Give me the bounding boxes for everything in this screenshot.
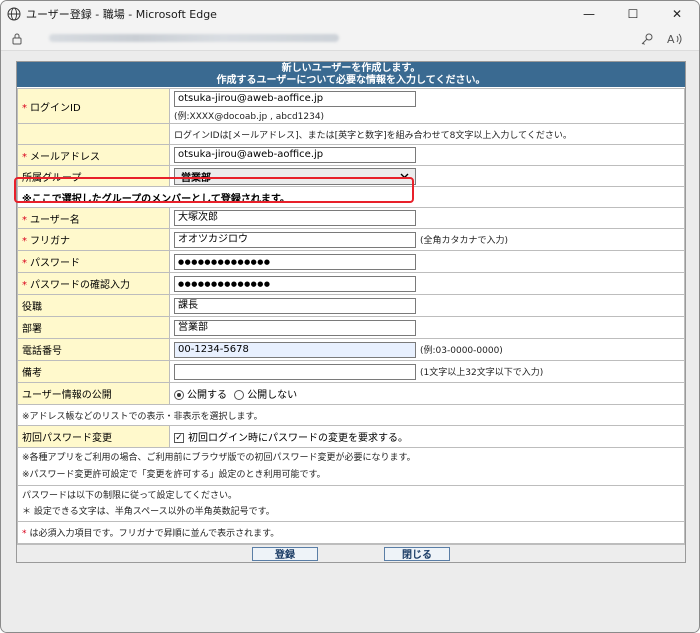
lock-icon xyxy=(11,32,25,45)
url-field[interactable] xyxy=(35,33,633,44)
remarks-help: (1文字以上32文字以下で入力) xyxy=(420,367,544,378)
password-rule-1: パスワードは以下の制限に従って設定してください。 xyxy=(22,490,238,501)
required-mark: * xyxy=(22,529,27,539)
furigana-help: (全角カタカナで入力) xyxy=(420,235,509,246)
row-password: * パスワード ●●●●●●●●●●●●●● xyxy=(17,250,685,273)
browser-window: ユーザー登録 - 職場 - Microsoft Edge — ☐ ✕ A 新しい… xyxy=(0,0,700,633)
row-group-note: ※ここで選択したグループのメンバーとして登録されます。 xyxy=(17,186,685,208)
key-icon[interactable] xyxy=(633,32,661,46)
department-label: 部署 xyxy=(17,316,170,339)
maximize-button[interactable]: ☐ xyxy=(611,1,655,27)
required-mark: * xyxy=(22,214,27,226)
minimize-button[interactable]: — xyxy=(567,1,611,27)
login-id-label: ログインID xyxy=(30,102,81,114)
password-input[interactable]: ●●●●●●●●●●●●●● xyxy=(174,253,416,270)
user-registration-form: 新しいユーザーを作成します。 作成するユーザーについて必要な情報を入力してくださ… xyxy=(16,61,686,563)
furigana-label: フリガナ xyxy=(30,236,70,247)
login-id-input[interactable]: otsuka-jirou@aweb-aoffice.jp xyxy=(174,90,416,107)
password-confirm-input[interactable]: ●●●●●●●●●●●●●● xyxy=(174,275,416,292)
position-input[interactable]: 課長 xyxy=(174,297,416,314)
row-remarks: 備考 (1文字以上32文字以下で入力) xyxy=(17,360,685,383)
email-label: メールアドレス xyxy=(30,151,100,163)
row-email: * メールアドレス otsuka-jirou@aweb-aoffice.jp xyxy=(17,144,685,166)
department-input[interactable]: 営業部 xyxy=(174,319,416,336)
row-position: 役職 課長 xyxy=(17,294,685,317)
user-name-input[interactable]: 大塚次郎 xyxy=(174,210,416,226)
group-note: ※ここで選択したグループのメンバーとして登録されます。 xyxy=(17,186,685,208)
position-label: 役職 xyxy=(17,294,170,317)
required-mark: * xyxy=(22,151,27,163)
window-title: ユーザー登録 - 職場 - Microsoft Edge xyxy=(26,8,217,21)
row-login-rule: ログインIDは[メールアドレス]、または[英字と数字]を組み合わせて8文字以上入… xyxy=(17,123,685,145)
close-button[interactable]: 閉じる xyxy=(384,546,450,561)
initial-password-note-1: ※各種アプリをご利用の場合、ご利用前にブラウザ版での初回パスワード変更が必要にな… xyxy=(22,452,416,463)
register-button[interactable]: 登録 xyxy=(252,546,318,561)
phone-input[interactable]: 00-1234-5678 xyxy=(174,341,416,358)
asterisk-mark: ＊ xyxy=(22,506,34,517)
row-required-note: * は必須入力項目です。フリガナで昇順に並んで表示されます。 xyxy=(17,521,685,544)
url-redacted xyxy=(49,33,339,42)
row-password-confirm: * パスワードの確認入力 ●●●●●●●●●●●●●● xyxy=(17,272,685,295)
form-table: * ログインID otsuka-jirou@aweb-aoffice.jp (例:… xyxy=(17,88,685,544)
close-window-button[interactable]: ✕ xyxy=(655,1,699,27)
header-line-1: 新しいユーザーを作成します。 xyxy=(281,63,421,74)
required-mark: * xyxy=(22,280,27,291)
phone-help: (例:03-0000-0000) xyxy=(420,345,503,356)
row-publish: ユーザー情報の公開 公開する 公開しない xyxy=(17,382,685,405)
login-id-example: (例:XXXX@docoab.jp , abcd1234) xyxy=(174,111,325,122)
group-select-value: 営業部 xyxy=(181,172,211,184)
password-confirm-label: パスワードの確認入力 xyxy=(30,280,130,291)
page-content: 新しいユーザーを作成します。 作成するユーザーについて必要な情報を入力してくださ… xyxy=(2,52,698,632)
row-publish-note: ※アドレス帳などのリストでの表示・非表示を選択します。 xyxy=(17,404,685,426)
login-id-rule: ログインIDは[メールアドレス]、または[英字と数字]を組み合わせて8文字以上入… xyxy=(169,123,685,145)
form-header: 新しいユーザーを作成します。 作成するユーザーについて必要な情報を入力してくださ… xyxy=(17,62,685,88)
row-department: 部署 営業部 xyxy=(17,316,685,339)
group-label: 所属グループ xyxy=(17,165,170,187)
row-password-rules: パスワードは以下の制限に従って設定してください。 ＊ 設定できる文字は、半角スペ… xyxy=(17,485,685,522)
password-label: パスワード xyxy=(30,258,80,269)
required-mark: * xyxy=(22,236,27,247)
publish-public-label: 公開する xyxy=(187,390,227,401)
address-bar: A xyxy=(1,27,699,51)
publish-note: ※アドレス帳などのリストでの表示・非表示を選択します。 xyxy=(17,404,685,426)
required-note: は必須入力項目です。フリガナで昇順に並んで表示されます。 xyxy=(29,529,280,539)
email-input[interactable]: otsuka-jirou@aweb-aoffice.jp xyxy=(174,147,416,163)
required-mark: * xyxy=(22,258,27,269)
publish-public-radio[interactable] xyxy=(174,390,184,400)
initial-password-label: 初回パスワード変更 xyxy=(17,425,170,448)
initial-password-note-2: ※パスワード変更許可設定で「変更を許可する」設定のとき利用可能です。 xyxy=(22,469,326,480)
row-user-name: * ユーザー名 大塚次郎 xyxy=(17,207,685,229)
user-name-label: ユーザー名 xyxy=(30,214,80,226)
globe-icon xyxy=(7,7,21,21)
publish-private-radio[interactable] xyxy=(234,390,245,400)
row-group: 所属グループ 営業部 xyxy=(17,165,685,187)
initial-password-checkbox-label: 初回ログイン時にパスワードの変更を要求する。 xyxy=(188,433,408,444)
publish-private-label: 公開しない xyxy=(247,390,298,401)
button-bar: 登録 閉じる xyxy=(17,544,685,562)
phone-label: 電話番号 xyxy=(17,338,170,361)
row-initial-password-notes: ※各種アプリをご利用の場合、ご利用前にブラウザ版での初回パスワード変更が必要にな… xyxy=(17,447,685,486)
group-select[interactable]: 営業部 xyxy=(174,167,416,185)
svg-text:A: A xyxy=(667,33,675,46)
chevron-down-icon xyxy=(400,171,409,182)
header-line-2: 作成するユーザーについて必要な情報を入力してください。 xyxy=(216,75,486,86)
initial-password-checkbox[interactable]: ✓ xyxy=(174,433,184,443)
row-login-id: * ログインID otsuka-jirou@aweb-aoffice.jp (例:… xyxy=(17,88,685,124)
furigana-input[interactable]: オオツカジロウ xyxy=(174,231,416,248)
remarks-input[interactable] xyxy=(174,363,416,380)
read-aloud-icon[interactable]: A xyxy=(661,32,689,46)
row-initial-password: 初回パスワード変更 ✓ 初回ログイン時にパスワードの変更を要求する。 xyxy=(17,425,685,448)
remarks-label: 備考 xyxy=(17,360,170,383)
row-phone: 電話番号 00-1234-5678 (例:03-0000-0000) xyxy=(17,338,685,361)
row-furigana: * フリガナ オオツカジロウ (全角カタカナで入力) xyxy=(17,228,685,251)
required-mark: * xyxy=(22,102,27,114)
password-rule-2: 設定できる文字は、半角スペース以外の半角英数記号です。 xyxy=(33,506,275,517)
publish-label: ユーザー情報の公開 xyxy=(17,382,170,405)
title-bar: ユーザー登録 - 職場 - Microsoft Edge — ☐ ✕ xyxy=(1,1,699,27)
